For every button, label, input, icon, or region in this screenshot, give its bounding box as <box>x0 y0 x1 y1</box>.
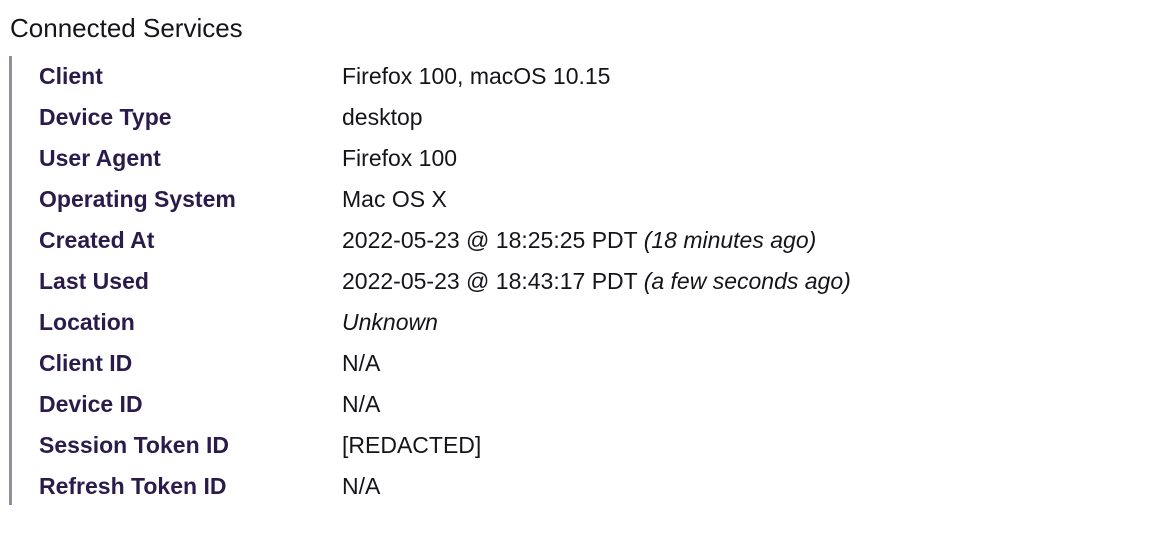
detail-value: desktop <box>342 97 423 138</box>
detail-value: N/A <box>342 384 380 425</box>
detail-value-text: desktop <box>342 104 423 130</box>
detail-label: Device ID <box>39 391 143 417</box>
connected-service-details: Client Firefox 100, macOS 10.15 Device T… <box>9 56 1012 505</box>
detail-row-location: Location Unknown <box>12 302 1012 343</box>
detail-value-text: [REDACTED] <box>342 432 482 458</box>
detail-value: Firefox 100 <box>342 138 457 179</box>
detail-label: Location <box>39 309 135 335</box>
detail-value: Firefox 100, macOS 10.15 <box>342 56 610 97</box>
detail-row-last-used: Last Used 2022-05-23 @ 18:43:17 PDT (a f… <box>12 261 1012 302</box>
detail-value-text: 2022-05-23 @ 18:43:17 PDT <box>342 268 638 294</box>
detail-label: User Agent <box>39 145 161 171</box>
detail-label: Client ID <box>39 350 133 376</box>
relative-time-note: (18 minutes ago) <box>643 227 817 253</box>
detail-value: [REDACTED] <box>342 425 481 466</box>
detail-label: Operating System <box>39 186 236 212</box>
detail-value: Mac OS X <box>342 179 447 220</box>
detail-value: N/A <box>342 343 380 384</box>
detail-value-text: Firefox 100, macOS 10.15 <box>342 63 611 89</box>
detail-label: Client <box>39 63 103 89</box>
detail-value-text: N/A <box>342 473 381 499</box>
detail-label: Refresh Token ID <box>39 473 227 499</box>
detail-value: 2022-05-23 @ 18:43:17 PDT (a few seconds… <box>342 261 851 302</box>
detail-row-client: Client Firefox 100, macOS 10.15 <box>12 56 1012 97</box>
detail-value-text: Mac OS X <box>342 186 447 212</box>
detail-row-device-type: Device Type desktop <box>12 97 1012 138</box>
location-unknown-note: Unknown <box>342 309 438 335</box>
detail-value: N/A <box>342 466 380 507</box>
detail-row-operating-system: Operating System Mac OS X <box>12 179 1012 220</box>
detail-row-session-token-id: Session Token ID [REDACTED] <box>12 425 1012 466</box>
detail-value: Unknown <box>342 302 438 343</box>
relative-time-note: (a few seconds ago) <box>643 268 851 294</box>
detail-label: Device Type <box>39 104 172 130</box>
detail-value-text: Firefox 100 <box>342 145 458 171</box>
detail-label: Session Token ID <box>39 432 230 458</box>
section-title: Connected Services <box>10 13 243 43</box>
detail-value-text: 2022-05-23 @ 18:25:25 PDT <box>342 227 638 253</box>
detail-row-created-at: Created At 2022-05-23 @ 18:25:25 PDT (18… <box>12 220 1012 261</box>
detail-value-text: N/A <box>342 350 381 376</box>
detail-value: 2022-05-23 @ 18:25:25 PDT (18 minutes ag… <box>342 220 816 261</box>
detail-value-text: N/A <box>342 391 381 417</box>
detail-label: Last Used <box>39 268 149 294</box>
detail-row-user-agent: User Agent Firefox 100 <box>12 138 1012 179</box>
detail-row-client-id: Client ID N/A <box>12 343 1012 384</box>
detail-row-refresh-token-id: Refresh Token ID N/A <box>12 466 1012 507</box>
detail-label: Created At <box>39 227 155 253</box>
detail-row-device-id: Device ID N/A <box>12 384 1012 425</box>
